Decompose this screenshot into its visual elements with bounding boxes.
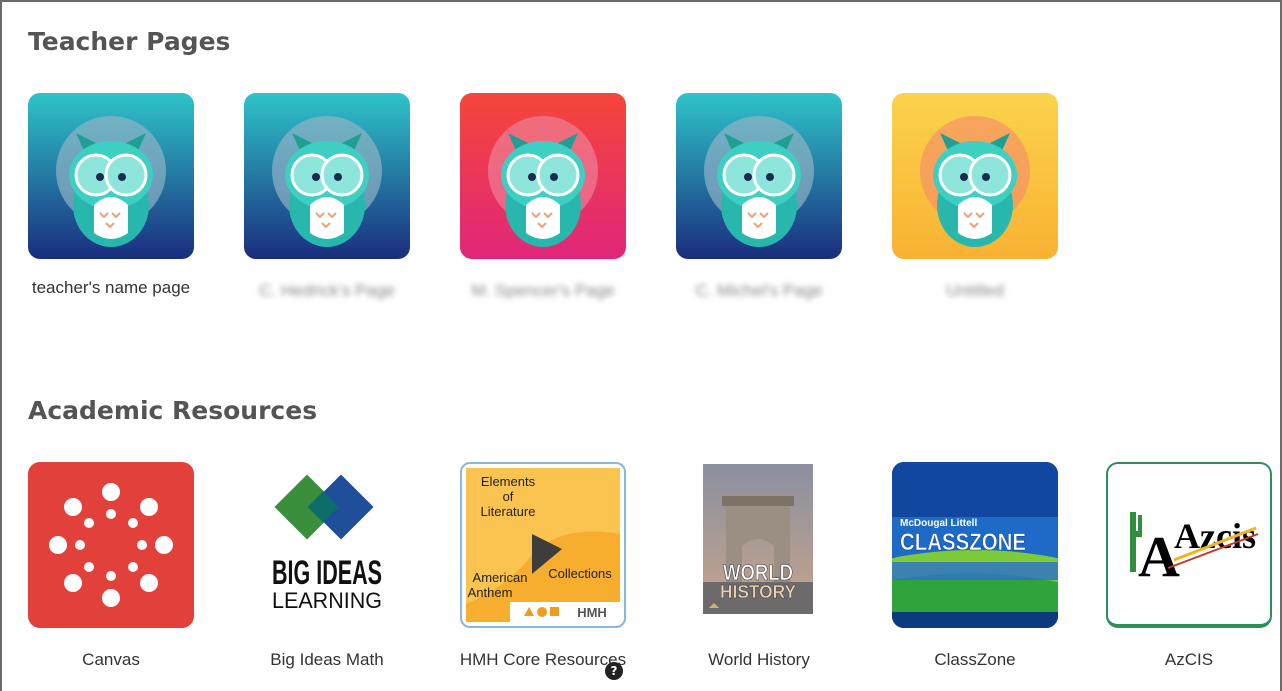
azcis-label[interactable]: AzCIS xyxy=(1094,649,1282,671)
world-history-label[interactable]: World History xyxy=(664,649,854,671)
svg-text:Elements: Elements xyxy=(481,474,536,489)
classzone-tile[interactable]: McDougal Littell CLASSZONE xyxy=(892,462,1058,628)
svg-text:Literature: Literature xyxy=(481,504,536,519)
svg-text:American: American xyxy=(473,570,528,585)
svg-text:Anthem: Anthem xyxy=(468,585,513,600)
big-ideas-math-label[interactable]: Big Ideas Math xyxy=(232,649,422,671)
azcis-tile[interactable]: A Azcis xyxy=(1106,462,1272,628)
big-ideas-math-tile[interactable]: BIG IDEAS LEARNING xyxy=(244,462,410,628)
teacher-page-label-4[interactable]: C. Michel's Page xyxy=(664,280,854,302)
classzone-logo-icon: McDougal Littell CLASSZONE xyxy=(892,462,1058,628)
azcis-logo-icon: A Azcis xyxy=(1130,512,1259,589)
svg-text:Collections: Collections xyxy=(548,566,612,581)
teacher-page-tile-5[interactable] xyxy=(892,93,1058,259)
owl-icon xyxy=(28,93,194,259)
teacher-page-tile-1[interactable] xyxy=(28,93,194,259)
hmh-logo-icon: Elements of Literature American Anthem C… xyxy=(466,468,620,622)
svg-text:of: of xyxy=(503,489,514,504)
owl-icon xyxy=(892,93,1058,259)
hmh-core-resources-tile[interactable]: Elements of Literature American Anthem C… xyxy=(460,462,626,628)
owl-icon xyxy=(676,93,842,259)
world-history-cover-icon: WORLD HISTORY xyxy=(703,464,813,614)
owl-icon xyxy=(460,93,626,259)
teacher-page-label-3[interactable]: M. Spencer's Page xyxy=(448,280,638,302)
canvas-tile[interactable] xyxy=(28,462,194,628)
help-icon[interactable]: ? xyxy=(605,662,623,680)
owl-icon xyxy=(244,93,410,259)
svg-text:LEARNING: LEARNING xyxy=(272,588,382,613)
svg-text:CLASSZONE: CLASSZONE xyxy=(900,529,1026,556)
world-history-tile[interactable]: WORLD HISTORY xyxy=(676,462,842,628)
teacher-page-label-2[interactable]: C. Hedrick's Page xyxy=(232,280,422,302)
teacher-page-label-1[interactable]: teacher's name page xyxy=(0,277,229,299)
teacher-page-tile-4[interactable] xyxy=(676,93,842,259)
canvas-logo-icon xyxy=(49,483,173,607)
svg-text:HISTORY: HISTORY xyxy=(720,582,796,602)
teacher-pages-heading: Teacher Pages xyxy=(28,27,231,56)
academic-resources-heading: Academic Resources xyxy=(28,396,318,425)
teacher-page-label-5[interactable]: Untitled xyxy=(880,280,1070,302)
svg-text:BIG IDEAS: BIG IDEAS xyxy=(272,554,382,592)
svg-text:McDougal Littell: McDougal Littell xyxy=(900,518,977,529)
svg-text:HMH: HMH xyxy=(577,605,607,620)
classzone-label[interactable]: ClassZone xyxy=(880,649,1070,671)
teacher-page-tile-3[interactable] xyxy=(460,93,626,259)
canvas-label[interactable]: Canvas xyxy=(16,649,206,671)
teacher-page-tile-2[interactable] xyxy=(244,93,410,259)
big-ideas-logo-icon: BIG IDEAS LEARNING xyxy=(272,474,382,613)
